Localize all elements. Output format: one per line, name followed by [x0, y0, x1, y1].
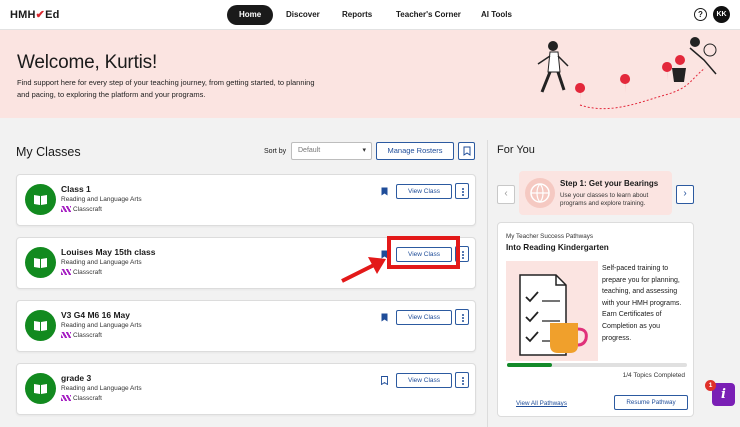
carousel-prev-button[interactable]: ‹ — [497, 185, 515, 204]
view-all-pathways-link[interactable]: View All Pathways — [516, 400, 567, 407]
pathway-topics-count: 1/4 Topics Completed — [622, 372, 685, 379]
my-classes-heading: My Classes — [16, 145, 81, 159]
class-card: Class 1 Reading and Language Arts Classc… — [16, 174, 476, 226]
bookmark-filled-icon[interactable] — [381, 313, 388, 322]
view-class-button[interactable]: View Class — [396, 373, 452, 388]
class-tag: Classcraft — [61, 206, 102, 213]
bookmark-icon — [463, 146, 471, 156]
pathway-description: Self-paced training to prepare you for p… — [602, 265, 682, 342]
class-name[interactable]: grade 3 — [61, 373, 91, 383]
view-class-button[interactable]: View Class — [396, 184, 452, 199]
class-tag: Classcraft — [61, 269, 102, 276]
class-icon — [25, 184, 56, 215]
sort-select-value: Default — [298, 147, 321, 154]
class-icon — [25, 373, 56, 404]
book-icon — [34, 258, 47, 268]
welcome-title: Welcome, Kurtis! — [17, 52, 158, 73]
brand-name: HMH — [10, 9, 36, 21]
class-card: grade 3 Reading and Language Arts Classc… — [16, 363, 476, 415]
class-tag-label: Classcraft — [73, 206, 102, 213]
nav-teachers-corner[interactable]: Teacher's Corner — [384, 5, 473, 25]
class-tag-label: Classcraft — [73, 395, 102, 402]
class-icon — [25, 310, 56, 341]
nav-ai-tools[interactable]: AI Tools — [469, 5, 524, 25]
classcraft-icon — [61, 206, 71, 212]
pathway-progress-fill — [507, 363, 552, 367]
resume-pathway-button[interactable]: Resume Pathway — [614, 395, 688, 410]
class-tag-label: Classcraft — [73, 269, 102, 276]
classcraft-icon — [61, 395, 71, 401]
welcome-banner: Welcome, Kurtis! Find support here for e… — [0, 30, 740, 118]
user-avatar[interactable]: KK — [713, 6, 730, 23]
pathway-card: My Teacher Success Pathways Into Reading… — [497, 222, 694, 417]
chevron-right-icon: › — [683, 188, 687, 199]
tip-card[interactable]: Step 1: Get your Bearings Use your class… — [519, 171, 672, 215]
top-navigation: HMH✔Ed Home Discover Reports Teacher's C… — [0, 0, 740, 30]
book-icon — [34, 321, 47, 331]
class-tag: Classcraft — [61, 395, 102, 402]
globe-icon — [525, 178, 555, 208]
pathway-label: My Teacher Success Pathways — [506, 233, 594, 240]
more-options-icon[interactable] — [455, 183, 469, 199]
checklist-illustration — [506, 261, 598, 361]
carousel-next-button[interactable]: › — [676, 185, 694, 204]
class-tag: Classcraft — [61, 332, 102, 339]
view-class-button[interactable]: View Class — [396, 310, 452, 325]
brand-suffix: Ed — [45, 9, 60, 21]
class-subject: Reading and Language Arts — [61, 196, 142, 203]
class-name[interactable]: Louises May 15th class — [61, 247, 156, 257]
column-divider — [487, 140, 488, 427]
class-icon — [25, 247, 56, 278]
notification-badge: 1 — [705, 380, 716, 391]
book-icon — [34, 384, 47, 394]
bookmark-outline-icon[interactable] — [381, 376, 388, 385]
tip-title: Step 1: Get your Bearings — [560, 179, 659, 188]
class-name[interactable]: V3 G4 M6 16 May — [61, 310, 130, 320]
pathway-title: Into Reading Kindergarten — [506, 243, 609, 252]
nav-discover[interactable]: Discover — [274, 5, 332, 25]
class-card: V3 G4 M6 16 May Reading and Language Art… — [16, 300, 476, 352]
nav-reports[interactable]: Reports — [330, 5, 384, 25]
logo-mark-icon: ✔ — [35, 9, 46, 21]
class-tag-label: Classcraft — [73, 332, 102, 339]
sort-by-label: Sort by — [264, 148, 287, 155]
annotation-highlight-box — [387, 236, 460, 269]
more-options-icon[interactable] — [455, 309, 469, 325]
manage-rosters-button[interactable]: Manage Rosters — [376, 142, 454, 160]
tip-description: Use your classes to learn about programs… — [560, 192, 649, 207]
sort-select[interactable]: Default ▾ — [291, 142, 372, 160]
chevron-down-icon: ▾ — [362, 147, 366, 154]
nav-home[interactable]: Home — [227, 5, 274, 25]
welcome-subtitle: Find support here for every step of your… — [17, 78, 315, 99]
classcraft-icon — [61, 269, 71, 275]
more-options-icon[interactable] — [455, 372, 469, 388]
help-icon[interactable]: ? — [694, 8, 707, 21]
chevron-left-icon: ‹ — [504, 188, 508, 199]
class-subject: Reading and Language Arts — [61, 259, 142, 266]
bookmark-filter-button[interactable] — [458, 142, 475, 160]
class-name[interactable]: Class 1 — [61, 184, 91, 194]
class-subject: Reading and Language Arts — [61, 385, 142, 392]
for-you-heading: For You — [497, 144, 535, 156]
journey-illustration — [537, 37, 717, 110]
pathway-progress-bar — [507, 363, 687, 367]
hmh-ed-logo[interactable]: HMH✔Ed — [10, 8, 60, 21]
annotation-arrow-icon — [341, 257, 386, 283]
class-subject: Reading and Language Arts — [61, 322, 142, 329]
book-icon — [34, 195, 47, 205]
classcraft-icon — [61, 332, 71, 338]
bookmark-filled-icon[interactable] — [381, 187, 388, 196]
